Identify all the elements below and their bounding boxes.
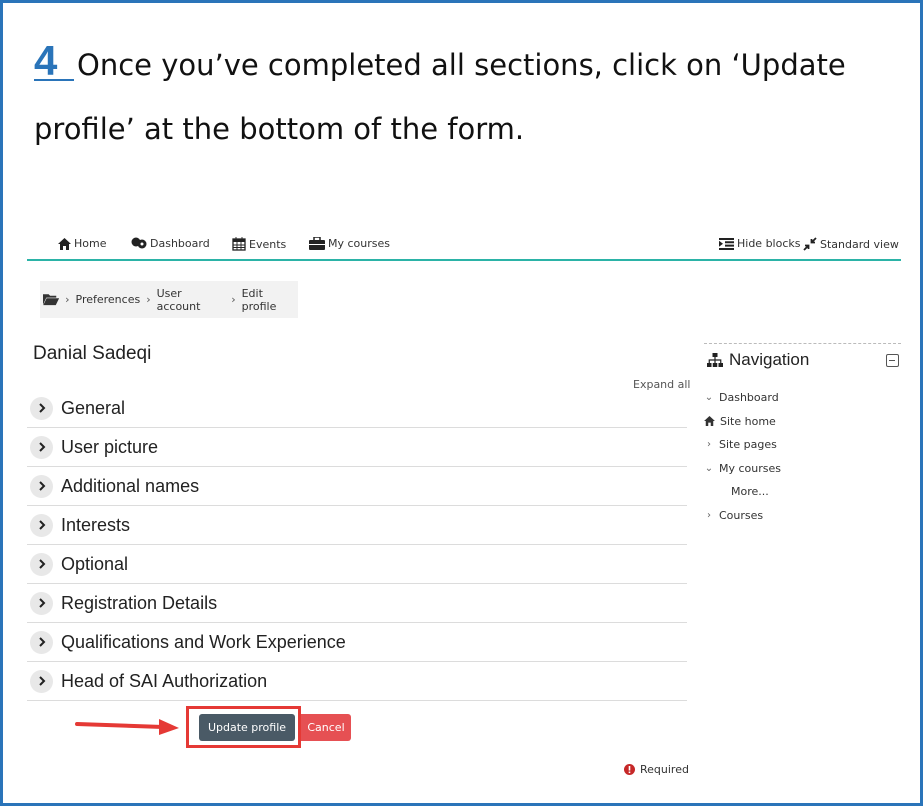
breadcrumb-edit-profile[interactable]: Edit profile <box>242 287 298 313</box>
chevron-right-icon <box>30 396 53 420</box>
chevron-right-icon <box>30 435 53 459</box>
nav-events[interactable]: Events <box>232 237 286 251</box>
nav-tree-label: Courses <box>719 508 764 522</box>
nav-tree-label: Site pages <box>719 438 777 452</box>
form-sections: General User picture Additional names In… <box>27 389 687 701</box>
section-user-picture[interactable]: User picture <box>27 428 687 467</box>
section-optional[interactable]: Optional <box>27 545 687 584</box>
navigation-tree: ⌄ Dashboard Site home › Site pages ⌄ My … <box>704 386 781 527</box>
breadcrumb-separator: › <box>231 293 236 306</box>
compress-icon <box>803 237 817 251</box>
required-note: Required <box>624 763 689 776</box>
section-interests[interactable]: Interests <box>27 506 687 545</box>
step-number: 4 <box>34 40 74 82</box>
nav-events-label: Events <box>249 237 287 251</box>
section-general[interactable]: General <box>27 389 687 428</box>
tutorial-frame: 4 Once you’ve completed all sections, cli… <box>0 0 923 806</box>
home-icon <box>704 416 715 427</box>
chevron-right-icon <box>30 552 53 576</box>
section-qualifications[interactable]: Qualifications and Work Experience <box>27 623 687 662</box>
chevron-right-icon: › <box>707 509 711 521</box>
home-icon <box>58 237 71 250</box>
nav-tree-site-pages[interactable]: › Site pages <box>704 433 781 457</box>
section-label: User picture <box>61 436 159 457</box>
breadcrumb-preferences[interactable]: Preferences <box>76 293 141 306</box>
nav-dashboard-label: Dashboard <box>150 237 210 250</box>
required-label: Required <box>640 763 689 776</box>
chevron-down-icon: ⌄ <box>704 462 714 474</box>
nav-tree-label: Site home <box>720 414 776 428</box>
briefcase-icon <box>309 237 325 250</box>
section-registration-details[interactable]: Registration Details <box>27 584 687 623</box>
nav-dashboard[interactable]: Dashboard <box>131 237 210 250</box>
section-label: Optional <box>61 553 129 574</box>
section-label: Head of SAI Authorization <box>61 670 268 691</box>
nav-tree-dashboard[interactable]: ⌄ Dashboard <box>704 386 781 410</box>
nav-tree-more[interactable]: More... <box>704 480 781 504</box>
nav-my-courses[interactable]: My courses <box>309 237 390 250</box>
chevron-right-icon <box>30 513 53 537</box>
chevron-right-icon <box>30 669 53 693</box>
section-additional-names[interactable]: Additional names <box>27 467 687 506</box>
sitemap-icon <box>707 353 723 367</box>
breadcrumb: › Preferences › User account › Edit prof… <box>40 281 298 318</box>
top-navigation-bar: Home Dashboard Events My courses Hide bl… <box>27 231 901 261</box>
annotation-arrow-icon <box>75 719 179 735</box>
nav-tree-label: My courses <box>719 461 781 475</box>
collapse-block-button[interactable] <box>886 354 899 367</box>
section-label: General <box>61 397 126 418</box>
section-label: Registration Details <box>61 592 218 613</box>
section-label: Qualifications and Work Experience <box>61 631 346 652</box>
navigation-block: Navigation ⌄ Dashboard Site home › Site … <box>704 343 901 523</box>
breadcrumb-user-account[interactable]: User account <box>157 287 226 313</box>
nav-tree-my-courses[interactable]: ⌄ My courses <box>704 457 781 481</box>
navigation-title-label: Navigation <box>729 350 810 369</box>
nav-my-courses-label: My courses <box>328 237 390 250</box>
standard-view-button[interactable]: Standard view <box>803 237 899 251</box>
section-label: Additional names <box>61 475 200 496</box>
instruction-body: Once you’ve completed all sections, clic… <box>34 48 846 146</box>
cancel-button[interactable]: Cancel <box>301 714 351 741</box>
instruction-text: 4 Once you’ve completed all sections, cli… <box>34 33 904 161</box>
page-title: Danial Sadeqi <box>33 343 152 364</box>
hide-blocks-label: Hide blocks <box>737 237 801 250</box>
chevron-down-icon: ⌄ <box>704 392 714 404</box>
chevron-right-icon <box>30 474 53 498</box>
dashboard-icon <box>131 237 147 249</box>
exclamation-circle-icon <box>624 764 635 775</box>
nav-tree-label: More... <box>731 485 769 499</box>
hide-blocks-button[interactable]: Hide blocks <box>719 237 801 250</box>
nav-tree-courses[interactable]: › Courses <box>704 504 781 528</box>
chevron-right-icon <box>30 630 53 654</box>
navigation-block-title: Navigation <box>707 350 809 370</box>
nav-home[interactable]: Home <box>58 237 106 250</box>
nav-tree-label: Dashboard <box>719 391 779 405</box>
folder-open-icon[interactable] <box>43 293 60 306</box>
calendar-icon <box>232 237 246 251</box>
nav-tree-site-home[interactable]: Site home <box>704 410 781 434</box>
section-head-of-sai-authorization[interactable]: Head of SAI Authorization <box>27 662 687 701</box>
outdent-icon <box>719 237 734 250</box>
section-label: Interests <box>61 514 131 535</box>
chevron-right-icon: › <box>707 439 711 451</box>
chevron-right-icon <box>30 591 53 615</box>
breadcrumb-separator: › <box>65 293 70 306</box>
breadcrumb-separator: › <box>146 293 151 306</box>
update-profile-button[interactable]: Update profile <box>199 714 295 741</box>
nav-home-label: Home <box>74 237 107 250</box>
standard-view-label: Standard view <box>820 237 899 251</box>
